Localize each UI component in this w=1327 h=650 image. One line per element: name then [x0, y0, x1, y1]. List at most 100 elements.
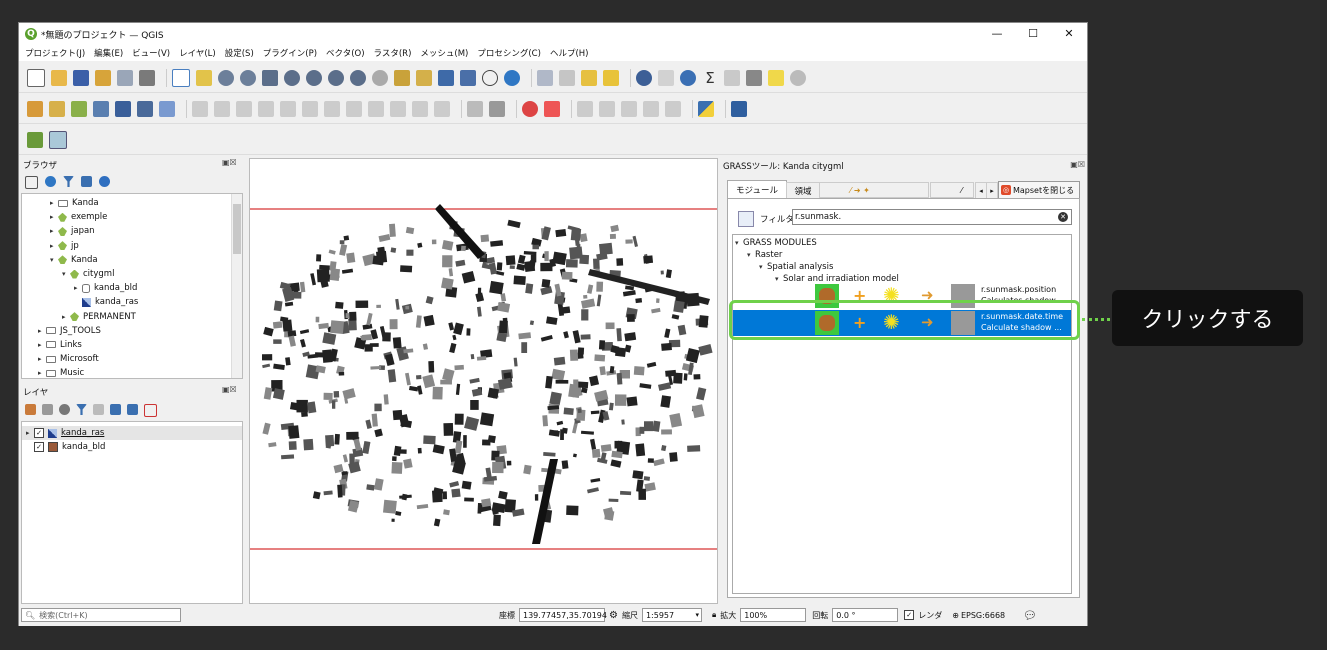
browser-item[interactable]: ▸ kanda_bld: [22, 281, 138, 295]
layer-checkbox[interactable]: ✓: [34, 428, 44, 439]
close-mapset-button[interactable]: ◎ Mapsetを閉じる: [998, 181, 1080, 199]
collapse-all-layers-icon[interactable]: [127, 404, 138, 415]
diagram-icon[interactable]: [665, 100, 681, 117]
print-layout-icon[interactable]: [95, 69, 111, 86]
rotate-label-icon[interactable]: [621, 100, 637, 117]
measure-icon[interactable]: [746, 69, 762, 86]
locator-icon[interactable]: [790, 69, 806, 86]
zoom-last-icon[interactable]: [350, 69, 366, 86]
browser-item[interactable]: ▾ citygml: [22, 267, 138, 281]
menu-raster[interactable]: ラスタ(R): [374, 47, 412, 59]
map-tips-icon[interactable]: [768, 69, 784, 86]
close-button[interactable]: ✕: [1051, 23, 1087, 45]
lock-icon[interactable]: 🔒︎: [712, 610, 716, 620]
menu-processing[interactable]: プロセシング(C): [477, 47, 541, 59]
add-group-icon[interactable]: [42, 404, 53, 415]
map-canvas[interactable]: [249, 158, 718, 604]
browser-item[interactable]: ▸ jp: [22, 239, 138, 253]
statistical-summary-icon[interactable]: Σ: [702, 70, 718, 86]
expand-arrow-icon[interactable]: ▸: [50, 213, 58, 221]
layers-panel-buttons[interactable]: ▣☒: [222, 385, 237, 394]
filter-legend-icon[interactable]: [76, 404, 87, 415]
annotation-icon[interactable]: [522, 100, 538, 117]
add-feature-icon[interactable]: [258, 100, 274, 117]
maximize-button[interactable]: ☐: [1015, 23, 1051, 45]
browser-item[interactable]: ▸ JS_TOOLS: [22, 324, 138, 338]
scrollbar-thumb[interactable]: [233, 204, 241, 254]
scale-field[interactable]: 1:5957 ▾: [641, 608, 702, 622]
redo-icon[interactable]: [434, 100, 450, 117]
menu-project[interactable]: プロジェクト(J): [25, 47, 85, 59]
bookmark-icon[interactable]: [438, 69, 454, 86]
identify-features-icon[interactable]: [537, 69, 553, 86]
new-spatialite-icon[interactable]: [115, 100, 131, 117]
move-label-icon[interactable]: [599, 100, 615, 117]
save-icon[interactable]: [73, 69, 89, 86]
browser-scrollbar[interactable]: [231, 194, 242, 378]
expand-arrow-icon[interactable]: ▸: [74, 284, 82, 292]
select-by-value-icon[interactable]: [581, 69, 597, 86]
style-manager-icon[interactable]: [139, 69, 155, 86]
new-virtual-layer-icon[interactable]: [159, 100, 175, 117]
tab-module-icons[interactable]: ⁄ ➜ ✦: [819, 182, 929, 198]
toggle-extents-icon[interactable]: ⚙: [609, 610, 618, 621]
menu-settings[interactable]: 設定(S): [225, 47, 254, 59]
new-shapefile-layer-icon[interactable]: [71, 100, 87, 117]
toggle-editing-icon[interactable]: [214, 100, 230, 117]
coordinate-field[interactable]: 139.77457,35.70194: [519, 608, 607, 622]
expand-arrow-icon[interactable]: ▸: [38, 327, 46, 335]
save-edits-icon[interactable]: [236, 100, 252, 117]
pin-labels-icon[interactable]: [489, 100, 505, 117]
show-labels-icon[interactable]: [577, 100, 593, 117]
processing-toolbox-gear-icon[interactable]: [680, 69, 696, 86]
expand-arrow-icon[interactable]: ▾: [62, 270, 70, 278]
render-checkbox[interactable]: ✓: [904, 610, 915, 620]
cut-features-icon[interactable]: [346, 100, 362, 117]
new-geopackage-layer-icon[interactable]: [49, 100, 65, 117]
filter-expression-icon[interactable]: [93, 404, 104, 415]
temporal-controller-icon[interactable]: [482, 69, 498, 86]
refresh-browser-icon[interactable]: [45, 176, 56, 187]
expand-arrow-icon[interactable]: ▸: [38, 369, 46, 377]
digitize-icon[interactable]: [93, 100, 109, 117]
new-project-icon[interactable]: [27, 68, 45, 87]
pan-icon[interactable]: [172, 68, 190, 87]
messages-icon[interactable]: 💬︎: [1023, 609, 1037, 622]
browser-item[interactable]: ▾ Kanda: [22, 253, 138, 267]
expand-arrow-icon[interactable]: ▸: [50, 242, 58, 250]
add-selected-layers-icon[interactable]: [25, 176, 38, 189]
layer-item-kanda-ras[interactable]: ▸ ✓ kanda_ras: [26, 426, 105, 440]
filter-input[interactable]: r.sunmask. ✕: [792, 209, 1072, 225]
clear-filter-icon[interactable]: ✕: [1058, 212, 1068, 222]
expand-arrow-icon[interactable]: ▸: [50, 199, 58, 207]
browser-item[interactable]: ▸ japan: [22, 224, 138, 238]
zoom-in-icon[interactable]: [218, 69, 234, 86]
grass-tools-icon[interactable]: [49, 130, 67, 149]
attribute-table-icon[interactable]: [658, 69, 674, 86]
layer-checkbox[interactable]: ✓: [34, 442, 44, 453]
copy-features-icon[interactable]: [368, 100, 384, 117]
locator-search-input[interactable]: 🔍︎ 検索(Ctrl+K): [21, 608, 181, 622]
modify-attributes-icon[interactable]: [302, 100, 318, 117]
data-source-manager-icon[interactable]: [27, 100, 43, 117]
show-bookmarks-icon[interactable]: [460, 69, 476, 86]
crs-button[interactable]: EPSG:6668: [961, 611, 1005, 620]
rotation-field[interactable]: 0.0 °: [832, 608, 899, 622]
expand-arrow-icon[interactable]: ▸: [26, 429, 34, 437]
manage-map-themes-icon[interactable]: [59, 404, 70, 415]
browser-panel-buttons[interactable]: ▣☒: [222, 158, 237, 167]
browser-item[interactable]: ▸ exemple: [22, 210, 138, 224]
current-edits-icon[interactable]: [192, 100, 208, 117]
remove-layer-icon[interactable]: [144, 404, 157, 417]
grass-open-mapset-icon[interactable]: [27, 131, 43, 148]
new-3d-view-icon[interactable]: [416, 69, 432, 86]
zoom-full-icon[interactable]: [262, 69, 278, 86]
collapse-all-icon[interactable]: [81, 176, 92, 187]
zoom-layer-icon[interactable]: [306, 69, 322, 86]
expand-arrow-icon[interactable]: ▸: [50, 227, 58, 235]
tree-node-raster[interactable]: ▾ Raster: [735, 249, 899, 261]
menu-help[interactable]: ヘルプ(H): [550, 47, 589, 59]
undo-icon[interactable]: [412, 100, 428, 117]
layout-manager-icon[interactable]: [117, 69, 133, 86]
expand-all-icon[interactable]: [110, 404, 121, 415]
